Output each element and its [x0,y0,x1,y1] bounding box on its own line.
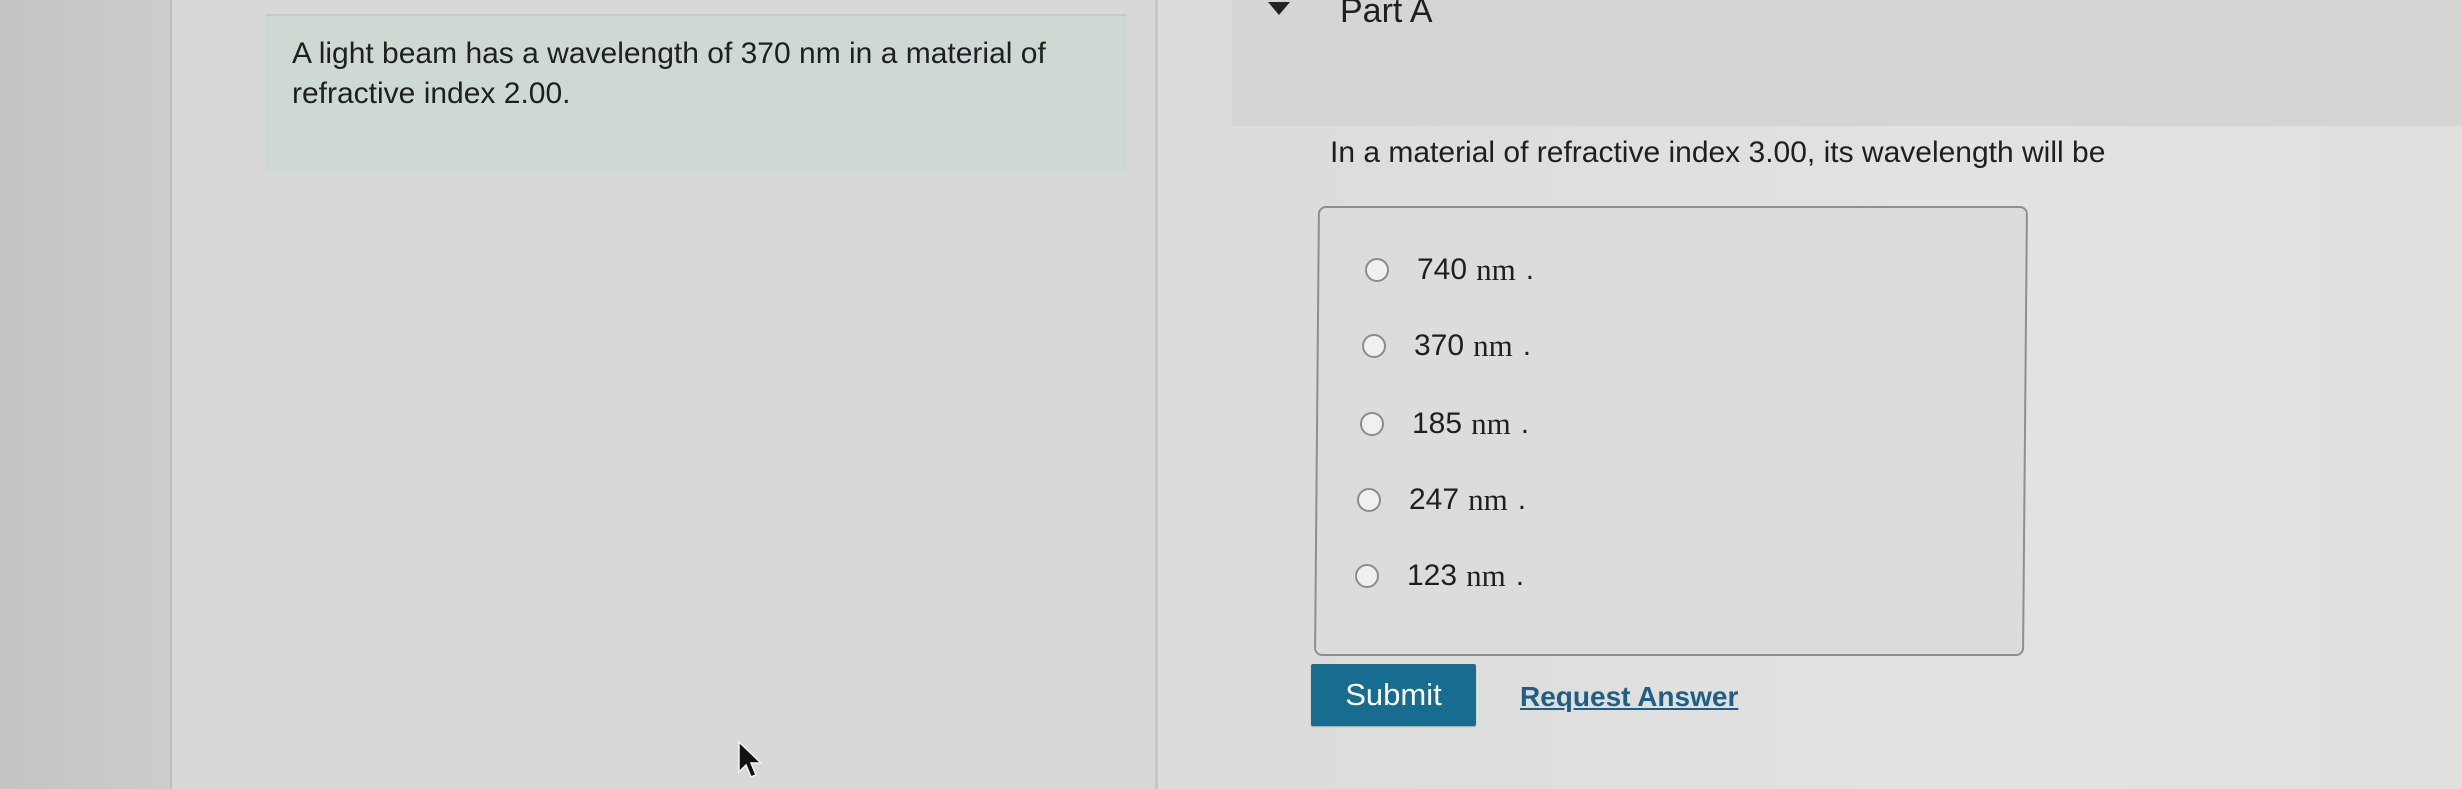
question-box: A light beam has a wavelength of 370 nm … [265,14,1127,174]
question-text: A light beam has a wavelength of 370 nm … [292,37,1046,110]
radio-button[interactable] [1360,412,1384,436]
option-punct: . [1522,329,1532,362]
mouse-cursor-icon [738,740,763,778]
submit-button[interactable]: Submit [1311,664,1476,726]
option-247-nm[interactable]: 247 nm . [1357,478,1526,522]
option-value: 740 [1417,253,1468,286]
option-unit: nm [1473,328,1513,363]
radio-button[interactable] [1357,488,1381,512]
option-punct: . [1517,483,1527,516]
option-value: 247 [1409,483,1460,516]
option-123-nm[interactable]: 123 nm . [1355,554,1524,598]
option-unit: nm [1471,406,1511,441]
option-punct: . [1520,407,1530,440]
request-answer-link[interactable]: Request Answer [1520,681,1738,713]
option-740-nm[interactable]: 740 nm . [1365,248,1534,292]
radio-button[interactable] [1362,334,1386,358]
option-unit: nm [1468,482,1508,517]
caret-down-icon[interactable] [1268,2,1290,15]
option-value: 370 [1414,329,1465,362]
option-unit: nm [1476,252,1516,287]
option-370-nm[interactable]: 370 nm . [1362,324,1531,368]
option-punct: . [1515,559,1525,592]
option-punct: . [1525,253,1535,286]
radio-button[interactable] [1365,258,1389,282]
option-185-nm[interactable]: 185 nm . [1360,402,1529,446]
option-unit: nm [1466,558,1506,593]
option-value: 123 [1407,559,1458,592]
radio-button[interactable] [1355,564,1379,588]
question-prompt: In a material of refractive index 3.00, … [1330,136,2106,169]
option-value: 185 [1412,407,1463,440]
part-title[interactable]: Part A [1340,0,1433,31]
